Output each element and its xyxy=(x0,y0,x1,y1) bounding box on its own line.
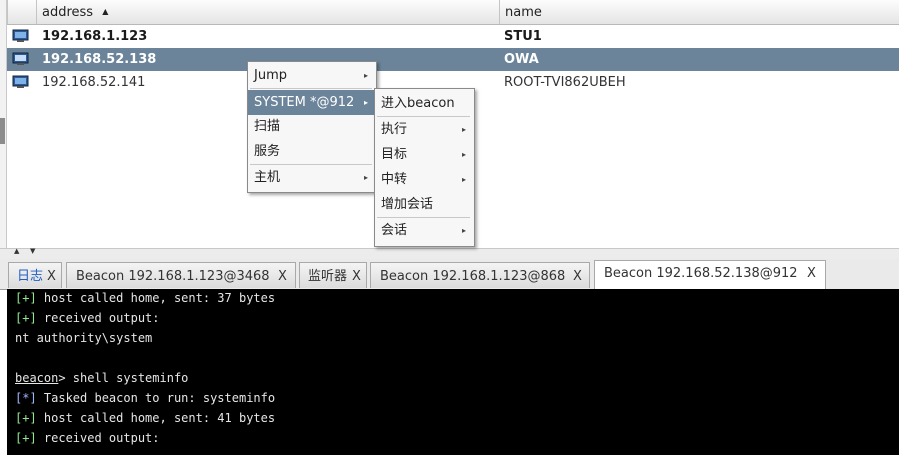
row-address: 192.168.52.141 xyxy=(42,75,146,90)
console-line: [+] received output: xyxy=(15,431,160,445)
row-address: 192.168.1.123 xyxy=(42,29,148,44)
tab-bar: 日志 X Beacon 192.168.1.123@3468 X 监听器 X B… xyxy=(0,259,899,290)
tab-label: Beacon 192.168.1.123@868 xyxy=(380,269,566,284)
menu-item-pivoting[interactable]: 中转 ▸ xyxy=(375,167,472,192)
tab-beacon-912[interactable]: Beacon 192.168.52.138@912 X xyxy=(594,260,826,289)
menu-item-execute[interactable]: 执行 ▸ xyxy=(375,117,472,142)
splitter-down-icon[interactable]: ▼ xyxy=(30,247,35,255)
console-line: beacon> shell systeminfo xyxy=(15,371,189,385)
scroll-knob[interactable] xyxy=(0,118,5,144)
table-header: address ▲ name xyxy=(7,0,899,25)
tab-beacon-868[interactable]: Beacon 192.168.1.123@868 X xyxy=(370,262,590,288)
menu-item-host[interactable]: 主机 ▸ xyxy=(248,165,374,190)
console-line: [+] host called home, sent: 37 bytes xyxy=(15,291,276,305)
menu-item-target[interactable]: 目标 ▸ xyxy=(375,142,472,167)
chevron-right-icon: ▸ xyxy=(363,98,368,107)
tab-label: 监听器 xyxy=(308,269,348,284)
menu-item-scan[interactable]: 扫描 xyxy=(248,114,374,139)
menu-item-spawn-session[interactable]: 增加会话 xyxy=(375,192,472,217)
computer-icon xyxy=(12,52,29,65)
row-name: STU1 xyxy=(504,29,542,44)
chevron-right-icon: ▸ xyxy=(363,173,368,182)
tab-label: Beacon 192.168.52.138@912 xyxy=(604,266,798,281)
tab-close-icon[interactable]: X xyxy=(47,263,56,290)
column-header-name[interactable]: name xyxy=(499,0,899,24)
chevron-right-icon: ▸ xyxy=(363,71,368,80)
tab-close-icon[interactable]: X xyxy=(573,263,582,290)
left-scroll-edge[interactable] xyxy=(0,0,7,250)
tab-beacon-3468[interactable]: Beacon 192.168.1.123@3468 X xyxy=(66,262,296,288)
console-prompt: beacon xyxy=(15,371,59,385)
console-line: nt authority\system xyxy=(15,331,153,345)
table-row[interactable]: 192.168.1.123 STU1 xyxy=(7,25,899,48)
splitter-up-icon[interactable]: ▲ xyxy=(14,247,19,255)
tab-label: Beacon 192.168.1.123@3468 xyxy=(76,269,270,284)
menu-item-jump[interactable]: Jump ▸ xyxy=(248,63,374,88)
column-address-label: address xyxy=(42,5,94,20)
chevron-right-icon: ▸ xyxy=(461,226,466,235)
table-row-selected[interactable]: 192.168.52.138 OWA xyxy=(7,48,899,71)
row-address: 192.168.52.138 xyxy=(42,52,157,67)
column-header-address[interactable]: address ▲ xyxy=(36,0,499,24)
computer-icon xyxy=(12,29,29,42)
tab-listeners[interactable]: 监听器 X xyxy=(299,262,367,288)
menu-item-services[interactable]: 服务 xyxy=(248,139,374,164)
menu-item-system-session[interactable]: SYSTEM *@912 ▸ xyxy=(248,90,374,115)
row-name: OWA xyxy=(504,52,539,67)
sort-ascending-icon: ▲ xyxy=(102,7,109,16)
row-name: ROOT-TVI862UBEH xyxy=(504,75,626,90)
menu-item-interact[interactable]: 进入beacon xyxy=(375,91,472,116)
tab-close-icon[interactable]: X xyxy=(278,263,287,290)
tab-label: 日志 xyxy=(17,269,44,284)
column-name-label: name xyxy=(505,5,542,20)
tab-log[interactable]: 日志 X xyxy=(8,262,62,288)
tab-close-icon[interactable]: X xyxy=(352,263,361,290)
column-header-icon[interactable] xyxy=(7,0,36,24)
console-line: [+] received output: xyxy=(15,311,160,325)
console-line: [*] Tasked beacon to run: systeminfo xyxy=(15,391,276,405)
chevron-right-icon: ▸ xyxy=(461,175,466,184)
tab-close-icon[interactable]: X xyxy=(807,260,816,287)
chevron-right-icon: ▸ xyxy=(461,125,466,134)
menu-separator xyxy=(250,88,372,89)
computer-icon xyxy=(12,75,29,88)
session-submenu: 进入beacon 执行 ▸ 目标 ▸ 中转 ▸ 增加会话 会话 ▸ xyxy=(374,88,475,247)
chevron-right-icon: ▸ xyxy=(461,150,466,159)
context-menu: Jump ▸ SYSTEM *@912 ▸ 扫描 服务 主机 ▸ xyxy=(247,61,377,193)
menu-item-session[interactable]: 会话 ▸ xyxy=(375,218,472,243)
beacon-console[interactable]: [+] host called home, sent: 37 bytes [+]… xyxy=(7,289,899,455)
console-line: [+] host called home, sent: 41 bytes xyxy=(15,411,276,425)
